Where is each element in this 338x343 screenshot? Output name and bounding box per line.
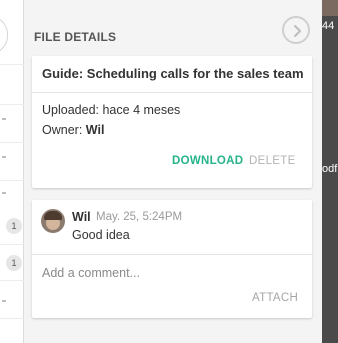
delete-button[interactable]: DELETE (249, 155, 296, 167)
uploaded-label: Uploaded: (42, 103, 99, 117)
comments-card: Wil May. 25, 5:24PM Good idea ATTACH (32, 200, 312, 318)
owner-label: Owner: (42, 123, 83, 137)
background-window-text: 44 (322, 20, 335, 32)
background-window-text: odf (322, 163, 338, 175)
owner-info: Owner: Wil (42, 123, 104, 137)
attach-button[interactable]: ATTACH (252, 292, 298, 304)
file-info-card: Guide: Scheduling calls for the sales te… (32, 56, 312, 188)
background-row-divider (0, 142, 24, 143)
close-panel-button[interactable] (282, 16, 310, 44)
panel-title: FILE DETAILS (34, 30, 117, 44)
background-count-badge: 1 (6, 218, 22, 234)
comment-text: Good idea (72, 228, 130, 242)
comment-divider (32, 254, 312, 255)
background-list: 1 1 (0, 0, 24, 343)
comment-author: Wil (72, 210, 91, 224)
background-row-divider (0, 318, 24, 319)
avatar-hair (44, 211, 62, 220)
uploaded-value: hace 4 meses (102, 103, 181, 117)
uploaded-info: Uploaded: hace 4 meses (42, 103, 180, 117)
download-button[interactable]: DOWNLOAD (172, 155, 243, 167)
background-row-marker (2, 300, 6, 302)
background-search-field[interactable] (0, 16, 8, 54)
background-row-divider (0, 180, 24, 181)
background-thumbnail (322, 0, 338, 16)
background-row-marker (2, 192, 6, 194)
app-stage: 1 1 44 odf FILE DETAILS Guide: Schedulin… (0, 0, 338, 343)
chevron-right-icon (294, 25, 301, 37)
owner-value: Wil (85, 123, 105, 137)
comment-timestamp: May. 25, 5:24PM (96, 211, 183, 223)
background-row-divider (0, 244, 24, 245)
file-details-panel: FILE DETAILS Guide: Scheduling calls for… (24, 0, 322, 343)
card-divider (32, 92, 312, 93)
background-row-divider (0, 104, 24, 105)
background-row-marker (2, 118, 6, 120)
file-name: Guide: Scheduling calls for the sales te… (42, 66, 304, 81)
avatar (41, 209, 65, 233)
comment-input[interactable] (42, 266, 300, 280)
background-row-divider (0, 64, 24, 65)
background-row-divider (0, 280, 24, 281)
background-count-badge: 1 (6, 255, 22, 271)
background-row-marker (2, 156, 6, 158)
